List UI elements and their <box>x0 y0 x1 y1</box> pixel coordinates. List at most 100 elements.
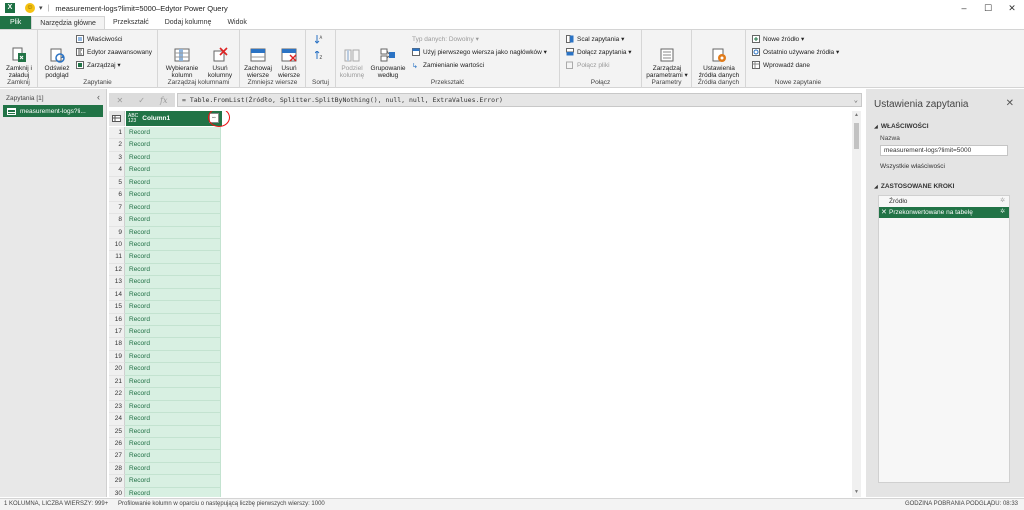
all-properties-link[interactable]: Wszystkie właściwości <box>880 163 945 170</box>
record-cell[interactable]: Record <box>125 475 221 488</box>
keep-rows-button[interactable]: Zachowaj wiersze <box>242 33 274 79</box>
tab-transform[interactable]: Przekształć <box>105 16 157 29</box>
enter-data-button[interactable]: Wprowadź dane <box>752 60 810 70</box>
record-cell[interactable]: Record <box>125 151 221 165</box>
record-cell[interactable]: Record <box>125 288 221 302</box>
row-number[interactable]: 12 <box>109 263 125 277</box>
scroll-up-icon[interactable]: ▲ <box>852 111 861 120</box>
record-cell[interactable]: Record <box>125 400 221 414</box>
quick-access-dropdown-icon[interactable]: ▾ <box>39 4 43 12</box>
advanced-editor-button[interactable]: Edytor zaawansowany <box>76 47 152 57</box>
data-source-settings-button[interactable]: Ustawienia źródła danych <box>694 33 744 79</box>
record-cell[interactable]: Record <box>125 164 221 177</box>
scroll-thumb[interactable] <box>854 123 859 149</box>
manage-parameters-button[interactable]: Zarządzaj parametrami ▾ <box>644 33 690 79</box>
row-number[interactable]: 20 <box>109 363 125 376</box>
refresh-preview-button[interactable]: Odśwież podgląd <box>41 33 73 79</box>
row-number[interactable]: 21 <box>109 375 125 389</box>
record-cell[interactable]: Record <box>125 189 221 202</box>
record-cell[interactable]: Record <box>125 226 221 239</box>
record-cell[interactable]: Record <box>125 388 221 401</box>
gear-icon[interactable]: ✲ <box>1000 207 1005 218</box>
row-number[interactable]: 25 <box>109 425 125 438</box>
close-window-button[interactable]: ✕ <box>1000 0 1024 16</box>
row-number[interactable]: 15 <box>109 301 125 314</box>
tab-view[interactable]: Widok <box>219 16 254 29</box>
record-cell[interactable]: Record <box>125 301 221 314</box>
query-name-input[interactable]: measurement-logs?limit=5000 <box>880 145 1008 156</box>
row-number[interactable]: 30 <box>109 487 125 497</box>
type-any-icon[interactable]: ABC 123 <box>128 113 138 124</box>
gear-icon[interactable]: ✲ <box>1000 196 1005 207</box>
new-source-button[interactable]: Nowe źródło ▾ <box>752 34 804 44</box>
table-menu-button[interactable] <box>109 111 125 126</box>
delete-step-icon[interactable]: ✕ <box>881 207 887 218</box>
record-cell[interactable]: Record <box>125 127 221 140</box>
merge-queries-button[interactable]: Scal zapytania ▾ <box>566 34 624 44</box>
record-cell[interactable]: Record <box>125 437 221 451</box>
record-cell[interactable]: Record <box>125 487 221 497</box>
scroll-down-icon[interactable]: ▼ <box>852 488 861 497</box>
record-cell[interactable]: Record <box>125 326 221 339</box>
sort-descending-button[interactable]: Z <box>314 50 326 60</box>
record-cell[interactable]: Record <box>125 462 221 476</box>
step-converted-to-table[interactable]: ✕ Przekonwertowane na tabelę ✲ <box>879 207 1009 218</box>
recent-sources-button[interactable]: Ostatnio używane źródła ▾ <box>752 47 839 57</box>
vertical-scrollbar[interactable]: ▲ ▼ <box>852 111 861 497</box>
record-cell[interactable]: Record <box>125 375 221 389</box>
combine-files-button[interactable]: Połącz pliki <box>566 60 610 70</box>
record-cell[interactable]: Record <box>125 313 221 326</box>
row-number[interactable]: 10 <box>109 238 125 252</box>
collapse-pane-icon[interactable]: ‹ <box>97 92 100 102</box>
row-number[interactable]: 13 <box>109 276 125 289</box>
row-number[interactable]: 8 <box>109 214 125 227</box>
record-cell[interactable]: Record <box>125 338 221 351</box>
record-cell[interactable]: Record <box>125 363 221 376</box>
applied-steps-section[interactable]: ◢ ZASTOSOWANE KROKI <box>874 183 954 190</box>
record-cell[interactable]: Record <box>125 450 221 463</box>
record-cell[interactable]: Record <box>125 238 221 252</box>
data-type-dropdown[interactable]: Typ danych: Dowolny ▾ <box>412 34 479 44</box>
remove-rows-button[interactable]: Usuń wiersze <box>274 33 304 79</box>
record-cell[interactable]: Record <box>125 350 221 364</box>
formula-input[interactable]: = Table.FromList(Źródło, Splitter.SplitB… <box>177 93 862 107</box>
row-number[interactable]: 2 <box>109 139 125 152</box>
split-column-button[interactable]: Podziel kolumnę <box>336 33 368 79</box>
row-number[interactable]: 22 <box>109 388 125 401</box>
status-profiling[interactable]: Profilowanie kolumn w oparciu o następuj… <box>118 499 325 510</box>
record-cell[interactable]: Record <box>125 139 221 152</box>
confirm-formula-icon[interactable]: ✓ <box>138 96 145 105</box>
query-item[interactable]: measurement-logs?li... <box>3 105 103 117</box>
sort-ascending-button[interactable]: A <box>314 34 326 44</box>
replace-values-button[interactable]: ↳ Zamienianie wartości <box>412 60 484 71</box>
smiley-feedback-icon[interactable]: ☺ <box>25 3 35 13</box>
row-number[interactable]: 5 <box>109 176 125 190</box>
step-source[interactable]: Źródło ✲ <box>879 196 1009 207</box>
cancel-formula-icon[interactable]: ✕ <box>117 96 124 105</box>
properties-button[interactable]: Właściwości <box>76 34 122 44</box>
row-number[interactable]: 6 <box>109 189 125 202</box>
row-number[interactable]: 27 <box>109 450 125 463</box>
record-cell[interactable]: Record <box>125 214 221 227</box>
row-number[interactable]: 4 <box>109 164 125 177</box>
manage-button[interactable]: Zarządzaj ▾ <box>76 60 121 70</box>
choose-columns-button[interactable]: Wybieranie kolumn <box>162 33 202 79</box>
tab-home[interactable]: Narzędzia główne <box>31 16 105 29</box>
record-cell[interactable]: Record <box>125 176 221 190</box>
properties-section[interactable]: ◢ WŁAŚCIWOŚCI <box>874 123 929 130</box>
record-cell[interactable]: Record <box>125 425 221 438</box>
tab-add-column[interactable]: Dodaj kolumnę <box>157 16 220 29</box>
record-cell[interactable]: Record <box>125 263 221 277</box>
record-cell[interactable]: Record <box>125 251 221 264</box>
remove-columns-button[interactable]: Usuń kolumny <box>202 33 238 79</box>
close-settings-icon[interactable]: ✕ <box>1006 98 1014 109</box>
use-first-row-headers-button[interactable]: Użyj pierwszego wiersza jako nagłówków ▾ <box>412 47 547 57</box>
row-number[interactable]: 28 <box>109 462 125 476</box>
row-number[interactable]: 23 <box>109 400 125 414</box>
row-number[interactable]: 18 <box>109 338 125 351</box>
row-number[interactable]: 26 <box>109 437 125 451</box>
row-number[interactable]: 9 <box>109 226 125 239</box>
function-icon[interactable]: fx <box>160 96 167 105</box>
record-cell[interactable]: Record <box>125 276 221 289</box>
row-number[interactable]: 3 <box>109 151 125 165</box>
